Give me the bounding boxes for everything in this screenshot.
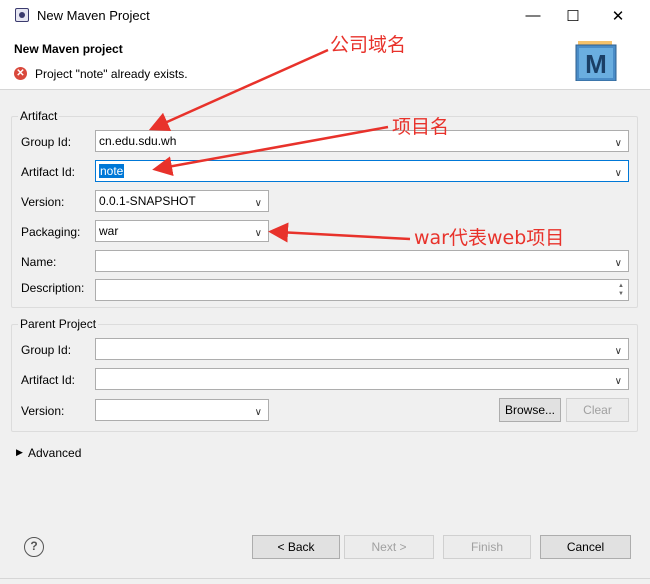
description-input[interactable]: ▲ ▼ [95, 279, 629, 301]
help-icon[interactable]: ? [24, 537, 44, 557]
name-label: Name: [21, 255, 57, 269]
eclipse-app-icon [15, 8, 29, 22]
window-title: New Maven Project [37, 8, 150, 23]
chevron-down-icon[interactable]: ∨ [255, 194, 262, 214]
expand-arrow-icon[interactable]: ▶ [16, 447, 23, 458]
wizard-title: New Maven project [14, 42, 123, 56]
bottom-divider [0, 578, 650, 579]
scroll-arrows-icon[interactable]: ▲ ▼ [618, 282, 624, 298]
group-id-combo[interactable]: cn.edu.sdu.wh ∨ [95, 130, 629, 152]
chevron-down-icon[interactable]: ∨ [615, 372, 622, 392]
maven-logo-letter: M [585, 49, 607, 79]
error-icon: ✕ [14, 67, 27, 80]
finish-button[interactable]: Finish [443, 535, 531, 559]
name-combo[interactable]: ∨ [95, 250, 629, 272]
version-combo[interactable]: 0.0.1-SNAPSHOT ∨ [95, 190, 269, 212]
parent-group-id-combo[interactable]: ∨ [95, 338, 629, 360]
artifact-id-label: Artifact Id: [21, 165, 76, 179]
group-id-label: Group Id: [21, 135, 72, 149]
error-message: Project "note" already exists. [35, 67, 188, 81]
artifact-group-title: Artifact [18, 109, 60, 123]
packaging-label: Packaging: [21, 225, 81, 239]
next-button[interactable]: Next > [344, 535, 434, 559]
maven-logo-icon: M [575, 41, 617, 81]
parent-artifact-id-combo[interactable]: ∨ [95, 368, 629, 390]
version-label: Version: [21, 195, 65, 209]
chevron-down-icon[interactable]: ∨ [615, 164, 622, 184]
back-button[interactable]: < Back [252, 535, 340, 559]
chevron-down-icon[interactable]: ∨ [255, 224, 262, 244]
chevron-down-icon[interactable]: ∨ [615, 342, 622, 362]
description-label: Description: [21, 281, 85, 295]
close-window-button[interactable]: ✕ [595, 0, 641, 31]
wizard-header: New Maven project ✕ Project "note" alrea… [0, 31, 650, 90]
parent-group-id-label: Group Id: [21, 343, 72, 357]
parent-version-label: Version: [21, 404, 65, 418]
group-id-value: cn.edu.sdu.wh [99, 134, 177, 148]
packaging-combo[interactable]: war ∨ [95, 220, 269, 242]
artifact-id-value: note [99, 164, 125, 178]
parent-project-title: Parent Project [18, 317, 99, 331]
chevron-down-icon[interactable]: ∨ [615, 254, 622, 274]
chevron-down-icon[interactable]: ∨ [615, 134, 622, 154]
packaging-value: war [99, 224, 119, 238]
annotation-company-domain: 公司域名 [330, 34, 407, 56]
browse-button[interactable]: Browse... [499, 398, 561, 422]
cancel-button[interactable]: Cancel [540, 535, 631, 559]
chevron-down-icon[interactable]: ∨ [255, 403, 262, 423]
version-value: 0.0.1-SNAPSHOT [99, 194, 196, 208]
parent-artifact-id-label: Artifact Id: [21, 373, 76, 387]
artifact-id-combo[interactable]: note ∨ [95, 160, 629, 182]
clear-button[interactable]: Clear [566, 398, 629, 422]
annotation-war-note: war代表web项目 [414, 227, 565, 249]
advanced-toggle[interactable]: Advanced [28, 446, 81, 460]
maximize-button[interactable]: ☐ [550, 0, 596, 31]
parent-version-combo[interactable]: ∨ [95, 399, 269, 421]
title-bar: New Maven Project — ☐ ✕ [0, 0, 650, 31]
annotation-project-name: 项目名 [392, 116, 450, 138]
